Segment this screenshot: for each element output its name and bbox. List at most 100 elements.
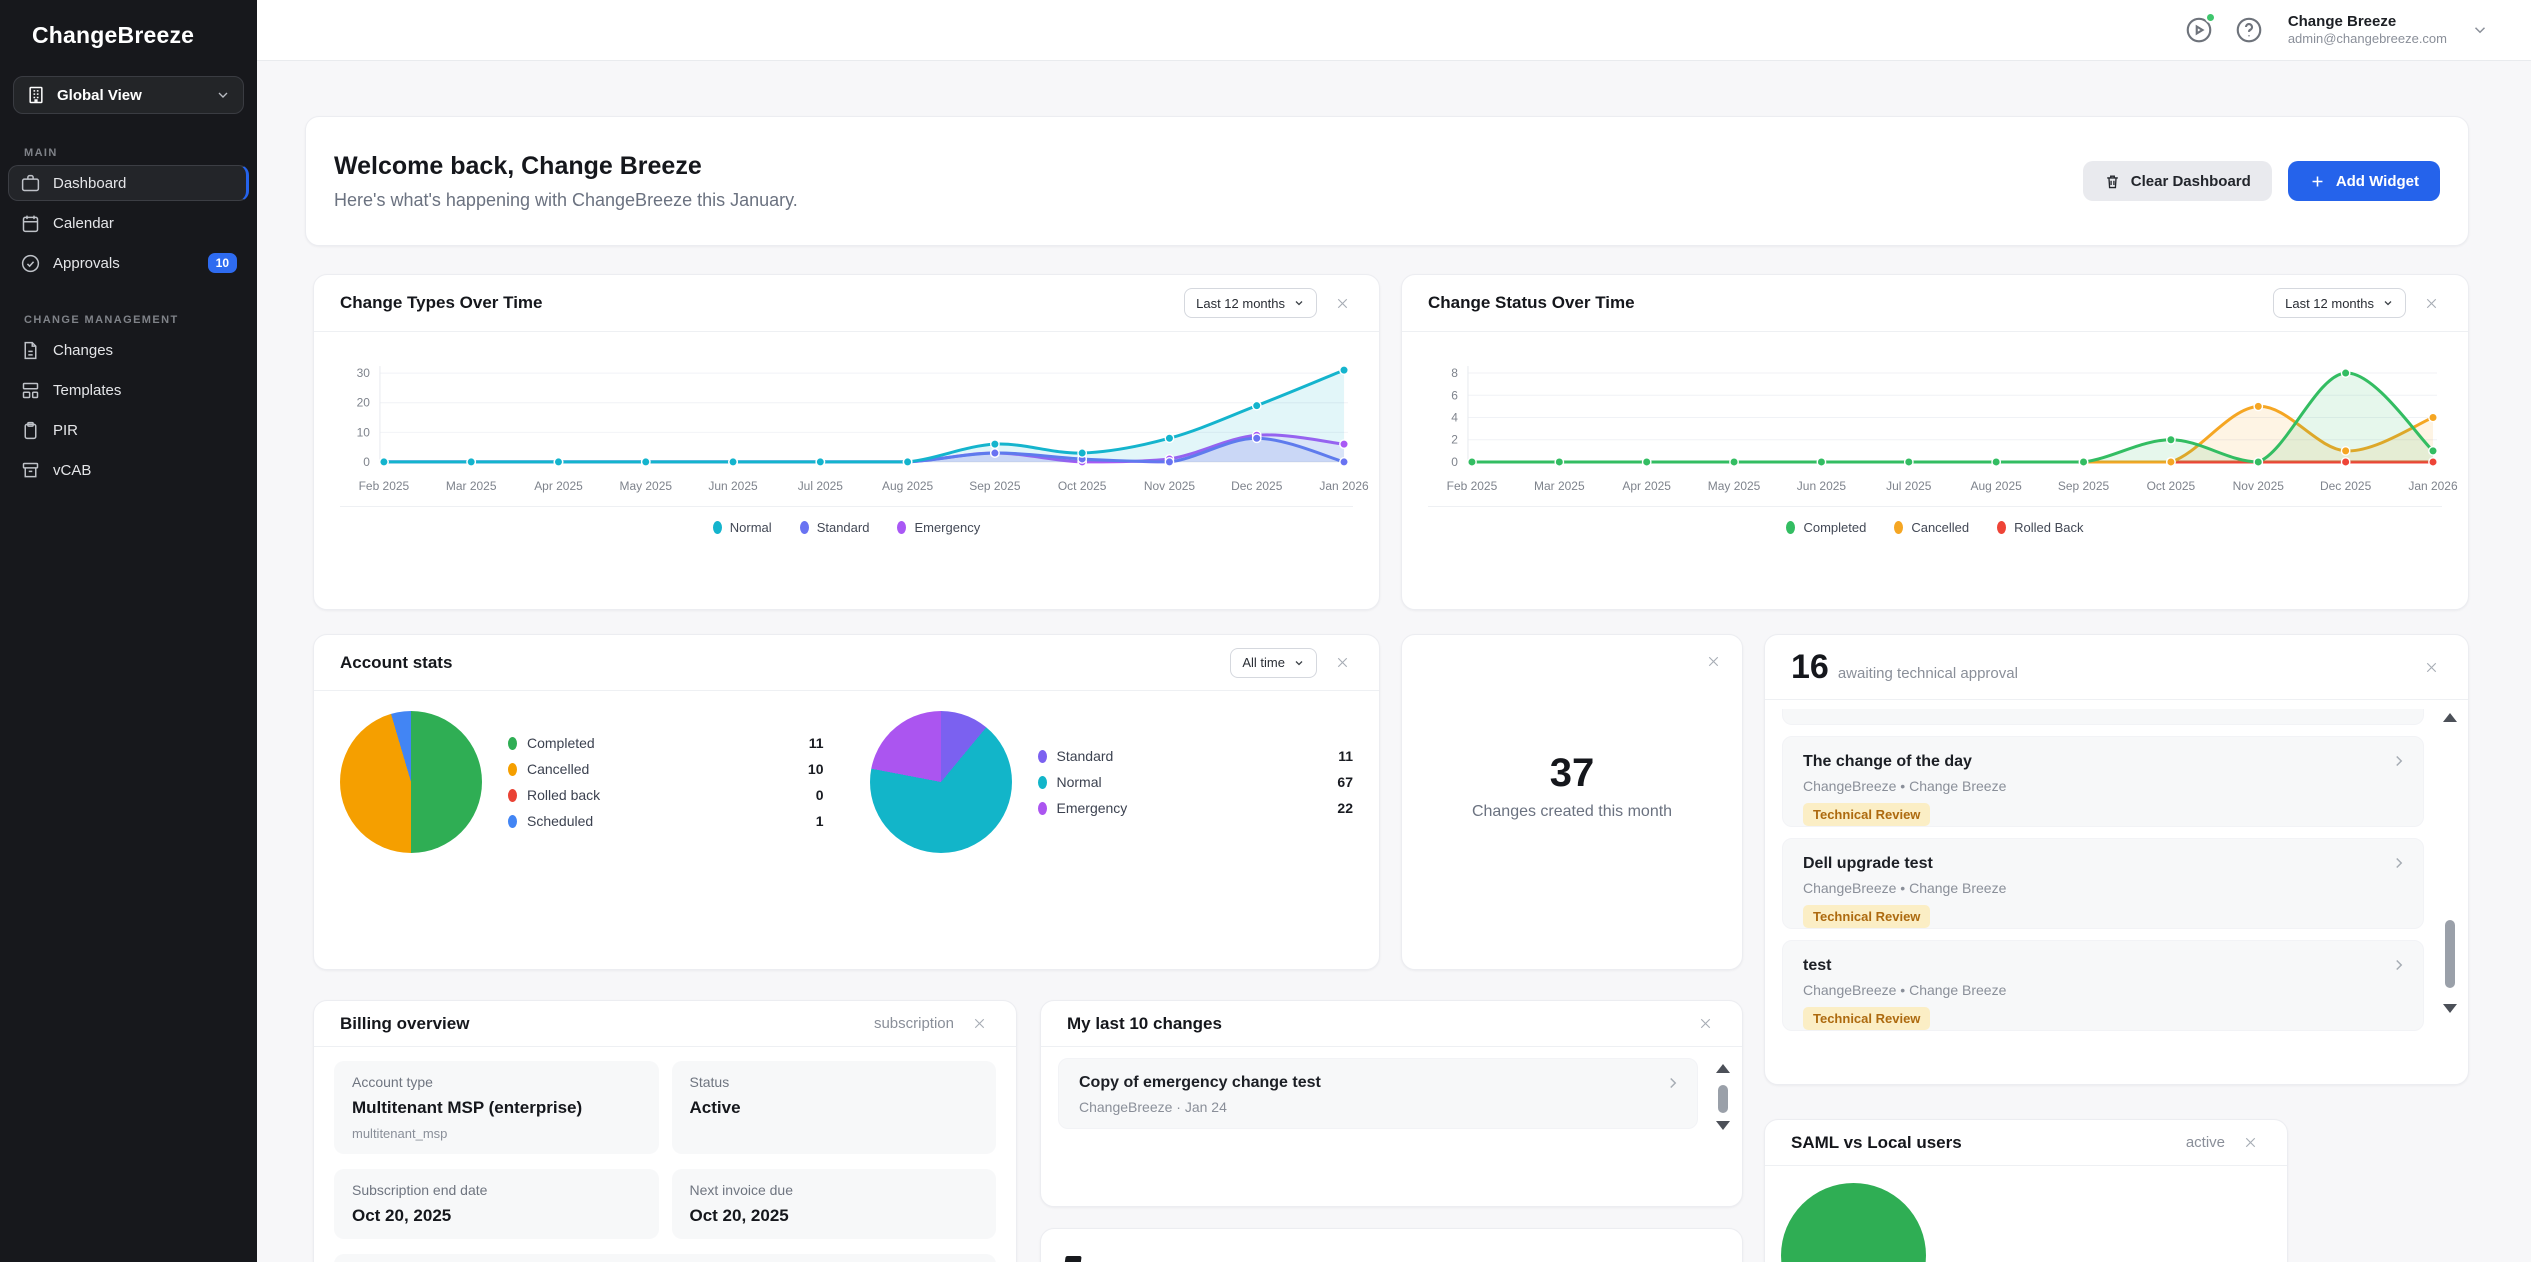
- stat-caption: Changes created this month: [1472, 803, 1672, 821]
- my-changes-list: Copy of emergency change test ChangeBree…: [1041, 1047, 1742, 1129]
- legend-item: Normal: [713, 520, 772, 535]
- chevron-down-icon: [2382, 297, 2394, 309]
- close-icon[interactable]: [2421, 657, 2442, 678]
- status-badge: Technical Review: [1803, 803, 1930, 826]
- sidebar-item-vcab[interactable]: vCAB: [8, 452, 249, 488]
- svg-text:Sep 2025: Sep 2025: [2058, 479, 2110, 493]
- range-select[interactable]: All time: [1230, 648, 1317, 678]
- trash-icon: [2104, 173, 2121, 190]
- sidebar-item-changes[interactable]: Changes: [8, 332, 249, 368]
- app-logo: ChangeBreeze: [0, 0, 257, 49]
- approval-list-item[interactable]: The change of the day ChangeBreeze • Cha…: [1782, 736, 2424, 827]
- legend-value: 11: [1338, 748, 1353, 764]
- field-label: Account type: [352, 1074, 641, 1090]
- scrollbar[interactable]: [2443, 711, 2457, 1063]
- widget-created-this-month: 37 Changes created this month: [1401, 634, 1743, 970]
- approval-caption: awaiting technical approval: [1838, 665, 2018, 682]
- close-icon[interactable]: [2240, 1132, 2261, 1153]
- svg-text:0: 0: [1451, 455, 1458, 469]
- close-icon[interactable]: [2421, 293, 2442, 314]
- change-meta: ChangeBreeze · Jan 24: [1079, 1099, 1677, 1115]
- pie-legend: Standard 11 Normal 67 Emergency 22: [1038, 743, 1354, 821]
- field-value: Oct 20, 2025: [352, 1206, 641, 1226]
- check-circle-icon: [20, 253, 41, 274]
- pie-legend-row: Standard 11: [1038, 743, 1354, 769]
- change-org: ChangeBreeze • Change Breeze: [1803, 880, 2403, 896]
- saml-pie-chart: [1781, 1183, 1926, 1262]
- scrollbar-thumb[interactable]: [1718, 1085, 1728, 1113]
- widget-title: Billing overview: [340, 1014, 469, 1034]
- billing-field: Account type Multitenant MSP (enterprise…: [334, 1061, 659, 1154]
- approval-list: The change of the day ChangeBreeze • Cha…: [1765, 700, 2468, 1031]
- legend-dot: [508, 763, 517, 776]
- legend-value: 22: [1337, 800, 1353, 816]
- legend-label: Normal: [1057, 774, 1102, 790]
- legend-item: Emergency: [897, 520, 980, 535]
- stat-value: 37: [1550, 751, 1595, 796]
- scroll-up-arrow[interactable]: [2443, 713, 2457, 722]
- chevron-down-icon[interactable]: [2471, 21, 2489, 39]
- widget-title: SAML vs Local users: [1791, 1133, 1962, 1153]
- legend-label: Scheduled: [527, 813, 593, 829]
- scroll-down-arrow[interactable]: [1716, 1121, 1730, 1130]
- billing-field: Subscription end date Oct 20, 2025: [334, 1169, 659, 1239]
- change-org: ChangeBreeze • Change Breeze: [1803, 982, 2403, 998]
- field-value: Multitenant MSP (enterprise): [352, 1098, 641, 1118]
- svg-text:Feb 2025: Feb 2025: [359, 479, 410, 493]
- archive-icon: [20, 460, 41, 481]
- sidebar: ChangeBreeze Global View MAIN Dashboard …: [0, 0, 257, 1262]
- close-icon[interactable]: [1332, 652, 1353, 673]
- svg-text:Jun 2025: Jun 2025: [1797, 479, 1847, 493]
- scrollbar[interactable]: [1716, 1062, 1730, 1142]
- sidebar-item-dashboard[interactable]: Dashboard: [8, 165, 249, 201]
- close-icon[interactable]: [969, 1013, 990, 1034]
- legend-item: Standard: [800, 520, 870, 535]
- scroll-down-arrow[interactable]: [2443, 1004, 2457, 1013]
- briefcase-icon: [20, 173, 41, 194]
- page-title: Welcome back, Change Breeze: [334, 152, 798, 181]
- change-title: test: [1803, 957, 2403, 975]
- sidebar-item-calendar[interactable]: Calendar: [8, 205, 249, 241]
- legend-dot: [508, 815, 517, 828]
- billing-field: Next invoice due Oct 20, 2025: [672, 1169, 997, 1239]
- pie-legend-row: Cancelled 10: [508, 756, 824, 782]
- svg-text:Aug 2025: Aug 2025: [882, 479, 934, 493]
- sidebar-item-approvals[interactable]: Approvals10: [8, 245, 249, 281]
- scrollbar-thumb[interactable]: [2445, 920, 2455, 988]
- my-change-list-item[interactable]: Copy of emergency change test ChangeBree…: [1058, 1058, 1698, 1129]
- user-menu[interactable]: Change Breeze admin@changebreeze.com: [2288, 12, 2447, 48]
- approval-list-item[interactable]: Dell upgrade test ChangeBreeze • Change …: [1782, 838, 2424, 929]
- sidebar-item-pir[interactable]: PIR: [8, 412, 249, 448]
- sidebar-item-label: Changes: [53, 342, 113, 359]
- help-button[interactable]: [2234, 15, 2264, 45]
- close-icon[interactable]: [1332, 293, 1353, 314]
- svg-text:8: 8: [1451, 366, 1458, 380]
- range-select[interactable]: Last 12 months: [2273, 288, 2406, 318]
- legend-dot: [1038, 776, 1047, 789]
- clear-dashboard-button[interactable]: Clear Dashboard: [2083, 161, 2272, 201]
- legend-value: 11: [809, 735, 824, 751]
- chevron-right-icon: [2390, 854, 2408, 872]
- svg-text:Oct 2025: Oct 2025: [2147, 479, 2196, 493]
- add-widget-button[interactable]: Add Widget: [2288, 161, 2440, 201]
- close-icon[interactable]: [1695, 1013, 1716, 1034]
- scroll-up-arrow[interactable]: [1716, 1064, 1730, 1073]
- sidebar-item-templates[interactable]: Templates: [8, 372, 249, 408]
- legend-item: Cancelled: [1894, 520, 1969, 535]
- svg-text:Jul 2025: Jul 2025: [798, 479, 844, 493]
- sidebar-item-label: vCAB: [53, 462, 91, 479]
- svg-text:30: 30: [357, 366, 371, 380]
- tour-button[interactable]: [2184, 15, 2214, 45]
- org-switcher[interactable]: Global View: [13, 76, 244, 114]
- svg-text:Nov 2025: Nov 2025: [2233, 479, 2285, 493]
- sidebar-item-label: Approvals: [53, 255, 120, 272]
- legend-label: Standard: [1057, 748, 1114, 764]
- pie-legend: Completed 11 Cancelled 10 Rolled back 0 …: [508, 730, 824, 834]
- svg-text:Oct 2025: Oct 2025: [1058, 479, 1107, 493]
- svg-text:Mar 2025: Mar 2025: [1534, 479, 1585, 493]
- approval-list-item[interactable]: test ChangeBreeze • Change Breeze Techni…: [1782, 940, 2424, 1031]
- nav-section-label: MAIN: [24, 147, 257, 159]
- widget-partial-bottom: [1040, 1228, 1743, 1262]
- user-email: admin@changebreeze.com: [2288, 31, 2447, 48]
- range-select[interactable]: Last 12 months: [1184, 288, 1317, 318]
